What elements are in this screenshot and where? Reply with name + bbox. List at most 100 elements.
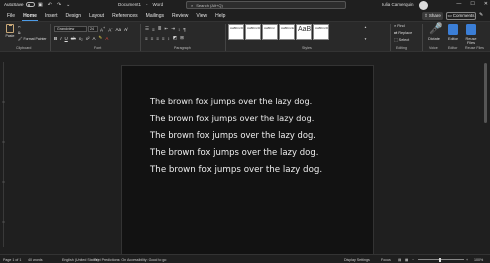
align-right-icon[interactable]: ≡ — [156, 36, 159, 41]
tab-references[interactable]: References — [108, 11, 142, 21]
cut-button[interactable]: ✂ — [18, 25, 21, 29]
style-tile-heading-1[interactable]: AaBbCc — [262, 24, 278, 40]
grow-font-icon[interactable]: A+ — [100, 26, 105, 33]
page-count[interactable]: Page 1 of 1 — [3, 258, 21, 262]
tab-help[interactable]: Help — [211, 11, 229, 21]
chevron-up-icon[interactable]: ▲ — [364, 25, 368, 29]
font-name-select[interactable]: Grandview — [54, 26, 87, 32]
tab-home[interactable]: Home — [19, 11, 41, 21]
maximize-icon[interactable]: ☐ — [470, 1, 474, 7]
save-icon[interactable]: ▣ — [38, 2, 43, 8]
select-button[interactable]: ⬚ Select — [394, 37, 412, 42]
document-line[interactable]: The brown fox jumps over the lazy dog. — [150, 130, 316, 140]
search-input[interactable]: ⌕ Search (Alt+Q) — [186, 1, 346, 9]
vertical-scrollbar[interactable] — [482, 53, 488, 252]
print-layout-icon[interactable]: ▤ — [398, 258, 401, 262]
undo-icon[interactable]: ↶ — [48, 2, 52, 8]
autosave-toggle[interactable] — [25, 2, 35, 7]
text-predictions-status[interactable]: Text Predictions: On — [94, 258, 126, 262]
borders-icon[interactable]: ⊞ — [180, 35, 184, 41]
font-color-icon[interactable]: A — [105, 36, 108, 41]
tab-insert[interactable]: Insert — [41, 11, 62, 21]
bold-icon[interactable]: B — [54, 36, 57, 41]
document-line[interactable]: The brown fox jumps over the lazy dog. — [150, 96, 312, 106]
redo-icon[interactable]: ↷ — [57, 2, 61, 8]
sort-icon[interactable]: ↕ — [178, 27, 180, 32]
text-effects-icon[interactable]: A — [93, 36, 96, 41]
reuse-files-button[interactable]: Reuse Files — [463, 24, 479, 45]
word-count[interactable]: 40 words — [28, 258, 43, 262]
shrink-font-icon[interactable]: A- — [108, 26, 112, 33]
user-name[interactable]: Iulia Camerquin — [382, 2, 414, 7]
zoom-slider[interactable] — [418, 257, 464, 262]
strikethrough-icon[interactable]: ab — [71, 36, 76, 41]
subscript-icon[interactable]: x₂ — [79, 36, 83, 41]
align-center-icon[interactable]: ≡ — [151, 36, 154, 41]
document-page[interactable] — [121, 65, 374, 255]
increase-indent-icon[interactable]: ⇥ — [171, 26, 175, 32]
numbering-icon[interactable]: ≡ — [152, 27, 155, 32]
avatar[interactable] — [419, 1, 428, 10]
bullets-icon[interactable]: ☰ — [145, 26, 149, 32]
document-line[interactable]: The brown fox jumps over the lazy dog. — [150, 165, 322, 175]
display-settings-button[interactable]: Display Settings — [344, 258, 370, 262]
comments-label: Comments — [452, 13, 475, 18]
tab-design[interactable]: Design — [61, 11, 85, 21]
underline-icon[interactable]: U — [65, 36, 68, 41]
web-layout-icon[interactable]: ▦ — [405, 258, 408, 262]
font-size-select[interactable]: 24 — [88, 26, 98, 32]
shading-icon[interactable]: ◩ — [173, 35, 177, 41]
close-icon[interactable]: ✕ — [484, 1, 488, 7]
zoom-level[interactable]: 100% — [474, 258, 483, 262]
line-spacing-icon[interactable]: ↕ — [168, 36, 170, 41]
format-painter-button[interactable]: 🖌 Format Painter — [18, 37, 47, 41]
tab-layout[interactable]: Layout — [85, 11, 108, 21]
align-left-icon[interactable]: ≡ — [145, 36, 148, 41]
style-tile-subtitle[interactable]: AaBbCcD — [313, 24, 329, 40]
italic-icon[interactable]: I — [60, 36, 61, 41]
group-label-editing: Editing — [396, 46, 407, 50]
autosave-control[interactable]: AutoSave — [4, 2, 35, 7]
chevron-down-icon[interactable]: ▼ — [364, 37, 368, 41]
list-tools: ☰ ≡ ≣ ⇤ ⇥ ↕ ¶ — [145, 26, 186, 32]
justify-icon[interactable]: ≡ — [162, 36, 165, 41]
share-button[interactable]: ⇪ Share — [422, 11, 443, 20]
highlight-icon[interactable]: ✎ — [99, 35, 103, 41]
decrease-indent-icon[interactable]: ⇤ — [164, 26, 168, 32]
multilevel-list-icon[interactable]: ≣ — [158, 26, 162, 32]
superscript-icon[interactable]: x² — [86, 36, 90, 41]
style-tile-normal[interactable]: AaBbCcDc — [228, 24, 244, 40]
select-label: Select — [398, 38, 410, 42]
accessibility-status[interactable]: Accessibility: Good to go — [127, 258, 166, 262]
scrollbar-thumb[interactable] — [483, 63, 487, 123]
minimize-icon[interactable]: — — [456, 1, 461, 7]
comments-button[interactable]: ▭ Comments — [446, 11, 476, 20]
editor-button[interactable]: Editor — [445, 24, 461, 41]
tab-review[interactable]: Review — [168, 11, 192, 21]
group-label-clipboard: Clipboard — [16, 46, 32, 50]
find-button[interactable]: ⌕ Find — [394, 24, 412, 28]
copy-button[interactable]: ⧉ — [18, 31, 21, 35]
tab-view[interactable]: View — [192, 11, 211, 21]
style-tile-no-spacing[interactable]: AaBbCcDc — [245, 24, 261, 40]
editor-label: Editor — [448, 37, 458, 41]
tab-mailings[interactable]: Mailings — [142, 11, 168, 21]
pen-icon[interactable]: ✎ — [479, 12, 483, 18]
change-case-icon[interactable]: Aa — [115, 27, 121, 32]
zoom-in-icon[interactable]: + — [466, 258, 468, 262]
paste-button[interactable]: Paste — [4, 23, 16, 43]
tab-file[interactable]: File — [3, 11, 19, 21]
customize-icon[interactable]: ⌄ — [66, 2, 70, 8]
clear-format-icon[interactable]: A̸ — [124, 27, 127, 32]
styles-scroll[interactable]: ▲ ▼ — [364, 25, 368, 41]
replace-button[interactable]: ⇄ Replace — [394, 30, 412, 35]
style-tile-title[interactable]: AaB — [296, 24, 312, 40]
zoom-out-icon[interactable]: − — [412, 258, 414, 262]
title-separator: - — [146, 2, 148, 7]
document-line[interactable]: The brown fox jumps over the lazy dog. — [150, 148, 318, 158]
document-line[interactable]: The brown fox jumps over the lazy dog. — [150, 113, 314, 123]
dictate-button[interactable]: 🎤 Dictate — [426, 24, 443, 42]
show-marks-icon[interactable]: ¶ — [183, 27, 185, 32]
focus-button[interactable]: Focus — [381, 258, 391, 262]
style-tile-heading-2[interactable]: AaBbCcE — [279, 24, 295, 40]
